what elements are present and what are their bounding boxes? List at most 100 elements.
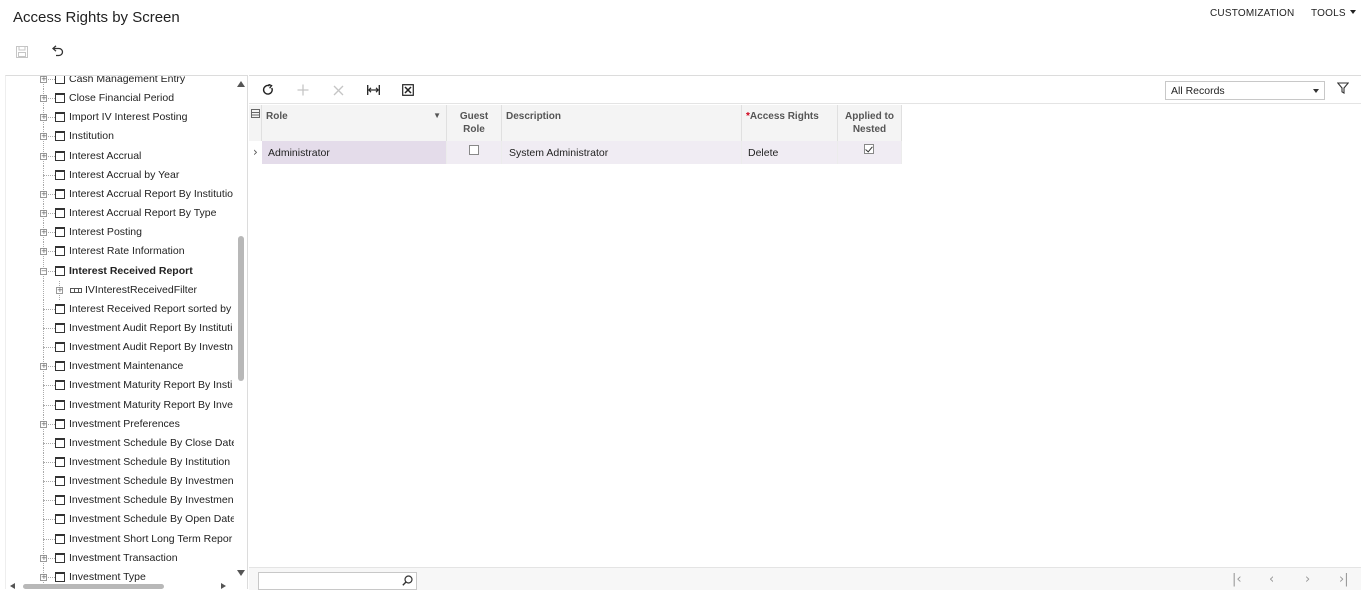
tree-item-label: Investment Schedule By Open Date [69, 513, 234, 526]
tree-item[interactable]: + Investment Transaction [6, 548, 234, 568]
last-page-icon[interactable]: ›| [1339, 572, 1349, 587]
screen-icon [55, 303, 65, 314]
tree-item[interactable]: Investment Audit Report By Investn [6, 338, 234, 358]
tree-item[interactable]: + Investment Maintenance [6, 357, 234, 377]
page-title: Access Rights by Screen [13, 9, 180, 26]
column-header-guest-role[interactable]: Guest Role [447, 105, 502, 141]
expand-icon[interactable]: + [40, 420, 47, 428]
expand-icon[interactable]: + [40, 152, 47, 160]
scroll-thumb[interactable] [238, 236, 244, 381]
expand-icon[interactable]: + [40, 114, 47, 122]
customization-menu[interactable]: CUSTOMIZATION [1210, 8, 1294, 19]
tree-horizontal-scrollbar[interactable] [6, 582, 234, 589]
description-cell[interactable]: System Administrator [502, 141, 742, 164]
tree-item[interactable]: + Interest Accrual Report By Institutio [6, 184, 234, 204]
tree-item-label: Investment Schedule By Investmen [69, 494, 234, 507]
applied-to-nested-checkbox[interactable] [864, 144, 874, 154]
delete-row-button[interactable] [328, 81, 348, 99]
scroll-thumb-horizontal[interactable] [23, 584, 164, 589]
tree-item[interactable]: Investment Schedule By Close Date [6, 433, 234, 453]
expand-icon[interactable]: + [40, 229, 47, 237]
tree-item[interactable]: Interest Received Report sorted by [6, 299, 234, 319]
first-page-icon[interactable]: |‹ [1232, 572, 1242, 587]
expand-icon[interactable]: + [40, 573, 47, 581]
column-header-role[interactable]: Role ▼ [262, 105, 447, 141]
tree-item[interactable]: − Interest Received Report [6, 261, 234, 281]
add-row-button[interactable] [293, 81, 313, 99]
tree-item[interactable]: Investment Schedule By Investmen [6, 472, 234, 492]
scroll-right-icon[interactable] [221, 583, 226, 589]
tree-item[interactable]: + Interest Accrual Report By Type [6, 204, 234, 224]
column-settings-icon [251, 109, 260, 118]
tree-item[interactable]: Investment Audit Report By Instituti [6, 318, 234, 338]
tree-connector [43, 327, 55, 329]
column-header-applied-to-nested[interactable]: Applied to Nested [838, 105, 902, 141]
export-excel-button[interactable] [398, 81, 418, 99]
tree-item[interactable]: + Interest Rate Information [6, 242, 234, 262]
undo-button[interactable] [49, 43, 65, 59]
tree-item[interactable]: + Close Financial Period [6, 89, 234, 109]
fit-columns-button[interactable] [363, 81, 383, 99]
expand-icon[interactable]: + [40, 133, 47, 141]
tree-item[interactable]: + IVInterestReceivedFilter [6, 280, 234, 300]
records-filter-select[interactable]: All Records [1165, 81, 1325, 100]
refresh-button[interactable] [258, 81, 278, 99]
tree-item-label: Interest Rate Information [69, 245, 185, 258]
column-selector[interactable] [249, 105, 262, 141]
tree-item[interactable]: + Interest Posting [6, 223, 234, 243]
tree-item[interactable]: + Investment Preferences [6, 414, 234, 434]
expand-icon[interactable]: + [40, 210, 47, 218]
screen-tree[interactable]: + Cash Management Entry + Close Financial P… [5, 75, 248, 589]
tree-item[interactable]: Investment Maturity Report By Inve [6, 395, 234, 415]
screen-icon [55, 457, 65, 467]
tree-item[interactable]: + Institution [6, 127, 234, 147]
role-cell[interactable]: Administrator [262, 141, 447, 164]
applied-nested-cell[interactable] [838, 141, 902, 164]
screen-icon [55, 342, 65, 353]
tree-item[interactable]: Investment Schedule By Institution [6, 453, 234, 472]
access-rights-cell[interactable]: Delete [742, 141, 838, 164]
table-row[interactable]: Administrator System Administrator Delet… [262, 141, 902, 164]
guest-role-checkbox[interactable] [469, 145, 479, 155]
expand-icon[interactable]: + [40, 554, 47, 562]
guest-role-cell[interactable] [447, 141, 502, 164]
screen-icon [55, 380, 65, 391]
tree-item[interactable]: Investment Schedule By Investmen [6, 491, 234, 511]
tree-item[interactable]: + Cash Management Entry [6, 76, 234, 89]
tree-item[interactable]: Investment Schedule By Open Date [6, 510, 234, 530]
tools-menu[interactable]: TOOLS [1311, 8, 1356, 19]
scroll-up-icon[interactable] [237, 81, 245, 87]
row-selector[interactable]: › [249, 141, 261, 164]
expand-icon[interactable]: + [40, 76, 47, 83]
tree-item-label: Investment Transaction [69, 551, 178, 564]
tree-item-label: Investment Schedule By Institution [69, 456, 231, 468]
column-header-access-rights[interactable]: *Access Rights [742, 105, 838, 141]
grid-search-input[interactable] [258, 572, 417, 590]
scroll-down-icon[interactable] [237, 570, 245, 576]
expand-icon[interactable]: + [40, 190, 47, 198]
screen-icon [55, 437, 65, 448]
description-value: System Administrator [509, 147, 609, 159]
filter-button[interactable] [1336, 82, 1350, 97]
expand-icon[interactable]: + [40, 363, 47, 371]
tree-item[interactable]: Investment Short Long Term Repor [6, 529, 234, 549]
filter-sort-icon[interactable]: ▼ [433, 109, 441, 122]
expand-icon[interactable]: + [40, 248, 47, 256]
column-header-description[interactable]: Description [502, 105, 742, 141]
tree-connector [43, 500, 55, 502]
screen-icon [55, 361, 65, 372]
tree-item[interactable]: + Interest Accrual [6, 146, 234, 166]
tree-item[interactable]: Investment Maturity Report By Insti [6, 376, 234, 396]
screen-icon [55, 265, 65, 276]
tree-item[interactable]: + Import IV Interest Posting [6, 108, 234, 128]
scroll-left-icon[interactable] [10, 583, 15, 589]
screen-icon [55, 399, 65, 410]
save-button[interactable] [14, 44, 30, 60]
next-page-icon[interactable]: › [1305, 572, 1310, 587]
expand-icon[interactable]: + [56, 286, 63, 294]
tree-item[interactable]: Interest Accrual by Year [6, 165, 234, 185]
collapse-icon[interactable]: − [40, 267, 47, 275]
previous-page-icon[interactable]: ‹ [1269, 572, 1274, 587]
expand-icon[interactable]: + [40, 95, 47, 103]
tree-vertical-scrollbar[interactable] [235, 76, 247, 576]
